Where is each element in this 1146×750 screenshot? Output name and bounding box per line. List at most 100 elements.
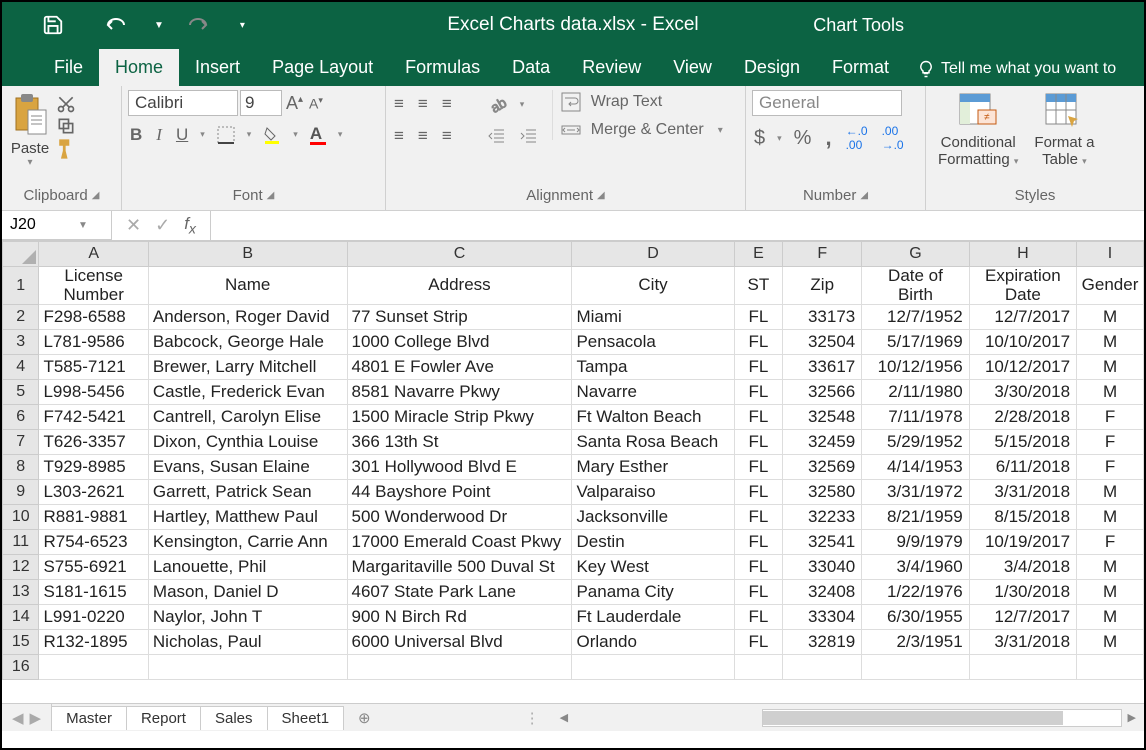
table-header-cell[interactable]: ST (734, 267, 783, 305)
font-size-input[interactable] (240, 90, 282, 116)
cell[interactable]: Jacksonville (572, 505, 734, 530)
merge-center-button[interactable]: Merge & Center (591, 121, 704, 139)
cell[interactable]: Pensacola (572, 330, 734, 355)
row-header[interactable]: 2 (3, 305, 39, 330)
table-header-cell[interactable]: Zip (783, 267, 862, 305)
conditional-formatting-button[interactable]: ≠ Conditional Formatting ▾ (932, 90, 1024, 170)
cell[interactable]: Naylor, John T (148, 605, 347, 630)
cell[interactable] (572, 655, 734, 680)
cell[interactable]: L991-0220 (39, 605, 148, 630)
align-left-icon[interactable]: ≡ (392, 124, 406, 148)
tab-insert[interactable]: Insert (179, 49, 256, 86)
cell[interactable]: 8581 Navarre Pkwy (347, 380, 572, 405)
cell[interactable]: FL (734, 430, 783, 455)
enter-formula-icon[interactable]: ✓ (155, 215, 170, 236)
scroll-left-icon[interactable]: ◀ (560, 711, 568, 724)
cell[interactable]: 6/30/1955 (862, 605, 969, 630)
cell[interactable]: F (1077, 430, 1144, 455)
cell[interactable]: 3/4/1960 (862, 555, 969, 580)
cell[interactable]: FL (734, 580, 783, 605)
tab-review[interactable]: Review (566, 49, 657, 86)
horizontal-scrollbar[interactable] (762, 709, 1122, 727)
italic-button[interactable]: I (154, 123, 164, 147)
cell[interactable]: T585-7121 (39, 355, 148, 380)
cell[interactable]: Brewer, Larry Mitchell (148, 355, 347, 380)
increase-font-icon[interactable]: A▴ (284, 91, 305, 116)
cell[interactable]: S181-1615 (39, 580, 148, 605)
cell[interactable]: Mary Esther (572, 455, 734, 480)
cell[interactable]: 77 Sunset Strip (347, 305, 572, 330)
cell[interactable]: Anderson, Roger David (148, 305, 347, 330)
sheet-tab[interactable]: Master (52, 706, 127, 730)
cell[interactable]: M (1077, 580, 1144, 605)
copy-icon[interactable] (56, 116, 78, 136)
cell[interactable]: M (1077, 330, 1144, 355)
table-header-cell[interactable]: Gender (1077, 267, 1144, 305)
cell[interactable]: FL (734, 530, 783, 555)
cell[interactable]: Evans, Susan Elaine (148, 455, 347, 480)
cell[interactable]: 5/15/2018 (969, 430, 1076, 455)
underline-button[interactable]: U (174, 123, 190, 147)
table-header-cell[interactable]: City (572, 267, 734, 305)
accounting-format-icon[interactable]: $ (752, 125, 767, 152)
table-header-cell[interactable]: ExpirationDate (969, 267, 1076, 305)
fx-icon[interactable]: fx (184, 214, 196, 237)
cell[interactable]: 32504 (783, 330, 862, 355)
cell[interactable]: 2/3/1951 (862, 630, 969, 655)
column-header[interactable]: G (862, 242, 969, 267)
cell[interactable]: 1500 Miracle Strip Pkwy (347, 405, 572, 430)
sheet-tab[interactable]: Sales (201, 706, 268, 730)
font-name-input[interactable] (128, 90, 238, 116)
cell[interactable]: 4607 State Park Lane (347, 580, 572, 605)
row-header[interactable]: 10 (3, 505, 39, 530)
cell[interactable]: FL (734, 505, 783, 530)
cell[interactable] (347, 655, 572, 680)
name-box-input[interactable] (2, 216, 72, 234)
alignment-dialog-launcher-icon[interactable]: ◢ (597, 190, 605, 201)
row-header[interactable]: 11 (3, 530, 39, 555)
table-header-cell[interactable]: Name (148, 267, 347, 305)
undo-icon[interactable] (104, 15, 134, 35)
cell[interactable]: F298-6588 (39, 305, 148, 330)
orientation-icon[interactable]: ab (486, 92, 510, 116)
cell[interactable]: FL (734, 330, 783, 355)
cell[interactable]: M (1077, 505, 1144, 530)
cell[interactable]: 7/11/1978 (862, 405, 969, 430)
align-middle-icon[interactable]: ≡ (416, 92, 430, 116)
cell[interactable]: 33040 (783, 555, 862, 580)
sheet-tab[interactable]: Sheet1 (268, 706, 345, 730)
tab-design[interactable]: Design (728, 49, 816, 86)
row-header[interactable]: 12 (3, 555, 39, 580)
tab-file[interactable]: File (38, 49, 99, 86)
cancel-formula-icon[interactable]: ✕ (126, 215, 141, 236)
cell[interactable]: R132-1895 (39, 630, 148, 655)
align-top-icon[interactable]: ≡ (392, 92, 406, 116)
cell[interactable]: 5/17/1969 (862, 330, 969, 355)
cell[interactable]: 10/12/2017 (969, 355, 1076, 380)
scrollbar-thumb[interactable] (763, 711, 1063, 725)
cell[interactable]: 32541 (783, 530, 862, 555)
cell[interactable] (1077, 655, 1144, 680)
tab-view[interactable]: View (657, 49, 728, 86)
increase-indent-icon[interactable] (518, 125, 540, 147)
cell[interactable]: Margaritaville 500 Duval St (347, 555, 572, 580)
cell[interactable]: Miami (572, 305, 734, 330)
sheet-tab[interactable]: Report (127, 706, 201, 730)
cell[interactable]: 17000 Emerald Coast Pkwy (347, 530, 572, 555)
cell[interactable]: F (1077, 405, 1144, 430)
row-header[interactable]: 1 (3, 267, 39, 305)
cell[interactable]: 6/11/2018 (969, 455, 1076, 480)
decrease-decimal-icon[interactable]: .00→.0 (880, 122, 906, 154)
select-all-corner[interactable] (3, 242, 39, 267)
cell[interactable]: FL (734, 480, 783, 505)
row-header[interactable]: 4 (3, 355, 39, 380)
cell[interactable] (39, 655, 148, 680)
cell[interactable]: 8/15/2018 (969, 505, 1076, 530)
cell[interactable]: M (1077, 305, 1144, 330)
cell[interactable]: 33617 (783, 355, 862, 380)
align-right-icon[interactable]: ≡ (440, 124, 454, 148)
row-header[interactable]: 13 (3, 580, 39, 605)
cell[interactable]: F (1077, 530, 1144, 555)
spreadsheet-grid[interactable]: ABCDEFGHI1LicenseNumberNameAddressCityST… (2, 241, 1144, 703)
cell[interactable]: Kensington, Carrie Ann (148, 530, 347, 555)
